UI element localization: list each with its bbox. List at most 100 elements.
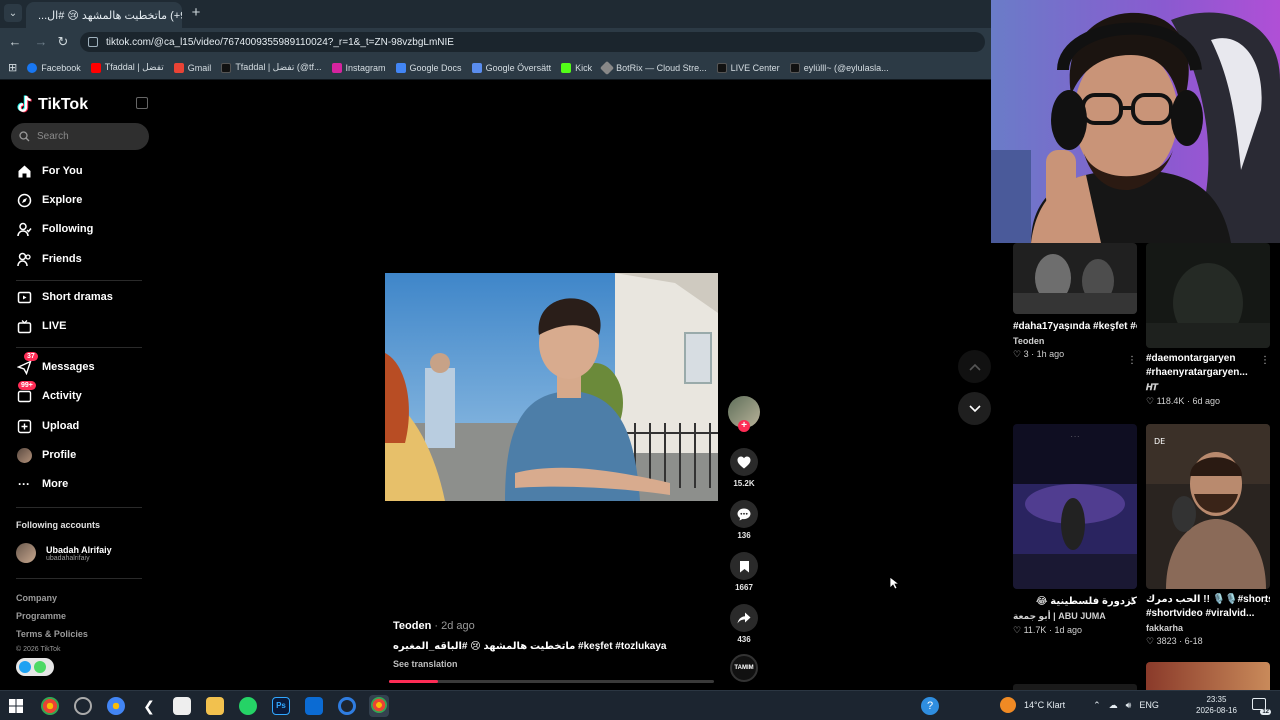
related-video-card[interactable]: #daemontargaryen #rhaenyratargaryen... ⋮ … [1146,243,1270,407]
related-video-card[interactable]: · · · كزدورة فلسطينية 😂 ⋮ أبو جمعة | ABU… [1013,424,1137,636]
more-options-icon[interactable]: ⋮ [1127,596,1137,607]
clock-time: 23:35 [1206,695,1227,704]
bookmark-eylul[interactable]: eylülll~ (@eylulasla... [789,62,889,73]
sidebar-item-activity[interactable]: 99+ Activity [16,381,82,404]
keyboard-language[interactable]: ENG [1139,700,1159,710]
bookmark-botrix[interactable]: BotRix — Cloud Stre... [600,60,707,75]
messages-icon: 37 [16,352,38,375]
account-name: Ubadah Alrifaiy [46,544,112,555]
bookmark-kick[interactable]: Kick [561,62,592,73]
video-player[interactable] [385,273,718,501]
follow-plus-icon[interactable]: + [738,420,750,432]
file-explorer-taskbar-icon[interactable] [206,697,224,715]
chevron-up-icon [968,363,981,371]
share-count: 436 [737,635,751,644]
weather-text[interactable]: 14°C Klart [1024,700,1065,710]
footer-link-company[interactable]: Company [16,593,57,603]
chrome-active-taskbar-icon[interactable] [369,695,389,717]
sidebar-item-for-you[interactable]: For You [16,163,83,179]
bookmark-gmail[interactable]: Gmail [173,62,211,73]
video-caption: ماتخطيت هالمشهد 😢 #الباقه_المغيره #keşfe… [393,641,667,652]
bookmark-tfaddal-youtube[interactable]: Tfaddal | تفضل [90,62,164,73]
next-video-button[interactable] [958,392,991,425]
sidebar-item-explore[interactable]: Explore [16,192,82,208]
forward-button[interactable]: → [33,34,49,50]
video-author: fakkarha [1146,623,1184,633]
previous-video-button[interactable] [958,350,991,383]
apps-grid-icon[interactable]: ⊞ [8,61,17,74]
video-thumbnail [1013,243,1137,314]
back-button[interactable]: ← [7,34,23,50]
more-options-icon[interactable]: ⋮ [1260,355,1270,366]
see-translation-link[interactable]: See translation [393,659,458,669]
app-taskbar-icon[interactable] [338,697,356,715]
author-avatar-button[interactable]: + [728,396,760,432]
app-taskbar-icon[interactable] [305,697,323,715]
following-account-item[interactable]: Ubadah Alrifaiy ubadahalrifaiy [16,543,112,563]
bookmark-tfaddal-tiktok[interactable]: Tfaddal | تفضل (@tf... [221,62,322,73]
chevron-down-icon [968,404,981,412]
site-info-icon[interactable] [88,37,98,47]
help-icon[interactable]: ? [921,697,939,715]
new-tab-button[interactable]: + [188,5,204,21]
collapse-sidebar-button[interactable] [136,97,148,109]
chrome-profile-taskbar-icon[interactable] [107,697,125,715]
browser-tab[interactable]: (99+) ماتخطيت هالمشهد 😢 #ال... ✕ [26,2,182,28]
photoshop-taskbar-icon[interactable]: Ps [272,697,290,715]
video-frame [385,273,718,501]
account-handle: ubadahalrifaiy [46,554,90,562]
video-progress-bar[interactable] [389,680,714,683]
bookmark-google-translate[interactable]: Google Översätt [471,62,551,73]
author-name[interactable]: Teoden [393,620,431,632]
bookmark-instagram[interactable]: Instagram [331,62,386,73]
live-icon [16,318,32,334]
video-thumbnail-partial[interactable] [1146,662,1270,690]
tiktok-logo[interactable]: TikTok [16,95,88,115]
volume-icon[interactable]: 🔊︎ [1126,700,1132,711]
capcut-taskbar-icon[interactable] [173,697,191,715]
app-taskbar-icon[interactable]: ❮ [140,697,158,715]
bookmark-live-center[interactable]: LIVE Center [716,62,780,73]
music-disc-button[interactable]: TAMIM [728,654,760,685]
related-video-card[interactable]: DE الحب دمرك !! 🎙️🎙️#shorts #shortvideo #… [1146,424,1270,647]
upload-icon [16,418,32,434]
windows-start-icon[interactable] [9,699,23,713]
sidebar-item-upload[interactable]: Upload [16,418,79,434]
sidebar-item-following[interactable]: Following [16,221,93,237]
footer-link-terms[interactable]: Terms & Policies [16,629,88,639]
sidebar-item-short-dramas[interactable]: Short dramas [16,289,113,305]
sidebar-item-live[interactable]: LIVE [16,318,66,334]
share-button[interactable]: 436 [728,604,760,644]
search-input[interactable]: Search [11,123,149,150]
mouse-cursor-icon [889,576,899,590]
bookmark-facebook[interactable]: Facebook [27,62,81,73]
footer-link-programme[interactable]: Programme [16,611,66,621]
like-button[interactable]: 15.2K [728,448,760,488]
more-options-icon[interactable]: ⋮ [1260,596,1270,607]
mini-player-toggle[interactable] [16,658,54,676]
tab-search-button[interactable]: ⌄ [4,4,22,22]
clock[interactable]: 23:35 2026-08-16 [1196,694,1237,716]
network-icon[interactable]: ☁ [1109,700,1118,711]
save-button[interactable]: 1667 [728,552,760,592]
reload-button[interactable]: ↻ [55,34,71,50]
sidebar-item-profile[interactable]: Profile [16,447,76,463]
avatar: + [728,396,760,432]
search-placeholder: Search [37,131,69,142]
steam-taskbar-icon[interactable] [74,697,92,715]
url-text: tiktok.com/@ca_l15/video/767400935598911… [106,36,454,48]
notifications-icon[interactable]: 12 [1252,698,1271,715]
bookmark-google-docs[interactable]: Google Docs [395,62,462,73]
video-stats: ♡ 118.4K · 6d ago [1146,396,1220,406]
chrome-taskbar-icon[interactable] [41,697,59,715]
show-hidden-icons-icon[interactable]: ⌃ [1093,700,1101,711]
sidebar-item-friends[interactable]: Friends [16,251,82,267]
sidebar-item-more[interactable]: ··· More [16,476,68,492]
more-options-icon[interactable]: ⋮ [1127,355,1137,366]
whatsapp-taskbar-icon[interactable] [239,697,257,715]
sidebar-item-messages[interactable]: 37 Messages [16,352,95,375]
comment-button[interactable]: 136 [728,500,760,540]
video-thumbnail: · · · [1013,424,1137,589]
related-video-card[interactable]: #daha17yaşında #keşfet #explore ⋮ Teoden… [1013,243,1137,366]
address-bar[interactable]: tiktok.com/@ca_l15/video/767400935598911… [80,32,985,52]
